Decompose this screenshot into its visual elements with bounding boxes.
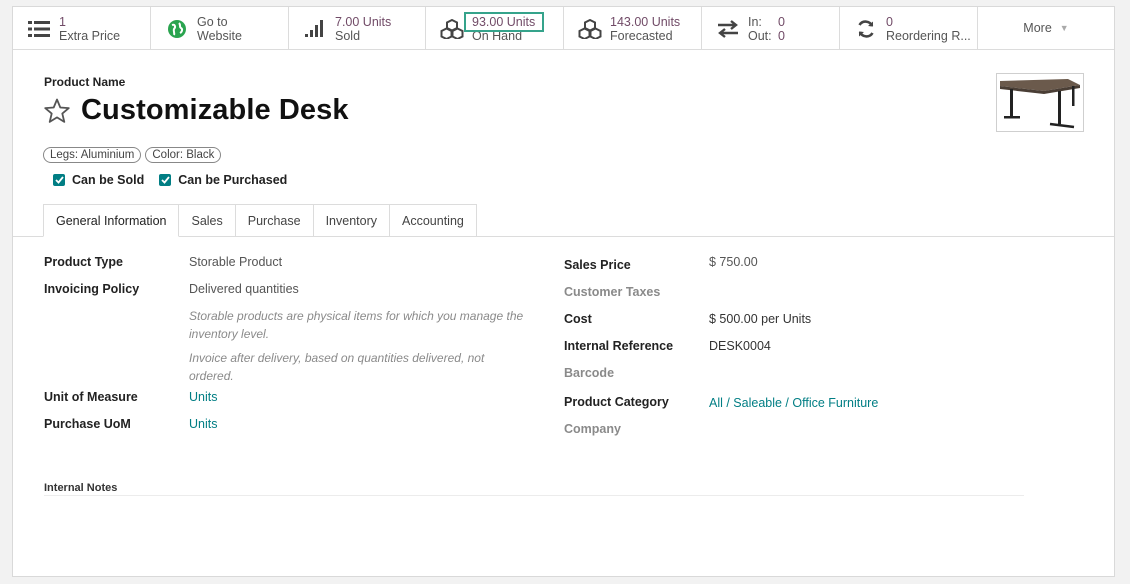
product-type-field[interactable]: Storable Product bbox=[189, 255, 282, 269]
invoicing-policy-help: Invoice after delivery, based on quantit… bbox=[189, 351, 485, 383]
cubes-icon bbox=[440, 17, 464, 41]
tab-accounting[interactable]: Accounting bbox=[390, 204, 477, 237]
attribute-tag[interactable]: Legs: Aluminium bbox=[43, 147, 142, 163]
cost-field[interactable]: $ 500.00 per Units bbox=[709, 312, 811, 326]
tab-purchase[interactable]: Purchase bbox=[235, 204, 314, 237]
sales-price-field[interactable]: $ 750.00 bbox=[709, 255, 758, 269]
on-hand-button[interactable]: 93.00 Units On Hand bbox=[426, 7, 564, 50]
form-tabs: General Information Sales Purchase Inven… bbox=[43, 204, 477, 237]
product-type-label: Product Type bbox=[44, 255, 123, 269]
forecasted-button[interactable]: 143.00 Units Forecasted bbox=[564, 7, 702, 50]
website-line1: Go to bbox=[197, 14, 228, 29]
chevron-down-icon: ▼ bbox=[1059, 23, 1069, 33]
internal-notes-field[interactable] bbox=[44, 495, 1024, 496]
can-be-sold-label: Can be Sold bbox=[72, 173, 145, 187]
on-hand-highlight bbox=[464, 12, 544, 32]
sold-quantity: 7.00 Units bbox=[335, 14, 392, 29]
product-form-sheet: 1 Extra Price Go to Website 7.00 Units S… bbox=[12, 6, 1115, 577]
attribute-tag[interactable]: Color: Black bbox=[145, 147, 222, 163]
product-checkboxes: Can be Sold Can be Purchased bbox=[53, 173, 287, 187]
product-type-help: Storable products are physical items for… bbox=[189, 309, 524, 341]
smart-button-bar: 1 Extra Price Go to Website 7.00 Units S… bbox=[13, 7, 1114, 50]
internal-notes-label: Internal Notes bbox=[44, 482, 118, 494]
globe-icon bbox=[165, 17, 189, 41]
list-icon bbox=[27, 17, 51, 41]
invoicing-policy-field[interactable]: Delivered quantities bbox=[189, 282, 299, 296]
reordering-label: Reordering R... bbox=[886, 28, 971, 43]
cost-value: $ 500.00 bbox=[709, 312, 758, 326]
checkmark-icon bbox=[53, 174, 65, 186]
unit-of-measure-field[interactable]: Units bbox=[189, 390, 217, 404]
refresh-icon bbox=[854, 17, 878, 41]
unit-of-measure-label: Unit of Measure bbox=[44, 390, 138, 404]
purchase-uom-label: Purchase UoM bbox=[44, 417, 131, 431]
tab-sales[interactable]: Sales bbox=[179, 204, 236, 237]
purchase-uom-field[interactable]: Units bbox=[189, 417, 217, 431]
go-to-website-button[interactable]: Go to Website bbox=[151, 7, 289, 50]
product-category-label: Product Category bbox=[564, 395, 669, 409]
product-title[interactable]: Customizable Desk bbox=[81, 94, 349, 127]
can-be-sold-checkbox[interactable]: Can be Sold bbox=[53, 173, 144, 187]
company-label: Company bbox=[564, 422, 621, 436]
sold-label: Sold bbox=[335, 28, 361, 43]
desk-image-icon bbox=[1000, 78, 1080, 128]
tab-general-information[interactable]: General Information bbox=[43, 204, 180, 237]
internal-reference-label: Internal Reference bbox=[564, 339, 674, 353]
in-label: In: bbox=[748, 14, 762, 29]
product-category-field[interactable]: All / Saleable / Office Furniture bbox=[709, 396, 878, 410]
barcode-label: Barcode bbox=[564, 366, 615, 380]
checkmark-icon bbox=[159, 174, 172, 186]
sales-price-label: Sales Price bbox=[564, 258, 631, 272]
sold-button[interactable]: 7.00 Units Sold bbox=[289, 7, 426, 50]
extra-price-label: Extra Price bbox=[59, 28, 121, 43]
cubes-icon bbox=[578, 17, 602, 41]
internal-reference-field[interactable]: DESK0004 bbox=[709, 339, 771, 353]
cost-label: Cost bbox=[564, 312, 592, 326]
can-be-purchased-checkbox[interactable]: Can be Purchased bbox=[159, 173, 287, 187]
tab-inventory[interactable]: Inventory bbox=[313, 204, 390, 237]
cost-unit: per Units bbox=[761, 312, 812, 326]
reordering-rules-button[interactable]: 0 Reordering R... bbox=[840, 7, 978, 50]
in-count: 0 bbox=[778, 14, 785, 29]
extra-price-button[interactable]: 1 Extra Price bbox=[13, 7, 151, 50]
exchange-icon bbox=[716, 17, 740, 41]
reordering-count: 0 bbox=[886, 14, 893, 29]
customer-taxes-label: Customer Taxes bbox=[564, 285, 661, 299]
forecasted-quantity: 143.00 Units bbox=[610, 14, 681, 29]
bar-chart-icon bbox=[303, 17, 327, 41]
out-count: 0 bbox=[778, 28, 785, 43]
website-line2: Website bbox=[197, 28, 242, 43]
more-button[interactable]: More ▼ bbox=[978, 7, 1114, 49]
out-label: Out: bbox=[748, 28, 772, 43]
favorite-star-icon[interactable] bbox=[43, 97, 71, 125]
product-image[interactable] bbox=[996, 73, 1084, 132]
attribute-tags: Legs: Aluminium Color: Black bbox=[43, 147, 222, 163]
extra-price-count: 1 bbox=[59, 14, 66, 29]
invoicing-policy-label: Invoicing Policy bbox=[44, 282, 140, 296]
product-name-label: Product Name bbox=[44, 75, 126, 89]
more-label: More bbox=[1023, 21, 1052, 35]
in-out-button[interactable]: In: 0 Out: 0 bbox=[702, 7, 840, 50]
forecasted-label: Forecasted bbox=[610, 28, 673, 43]
can-be-purchased-label: Can be Purchased bbox=[178, 173, 288, 187]
